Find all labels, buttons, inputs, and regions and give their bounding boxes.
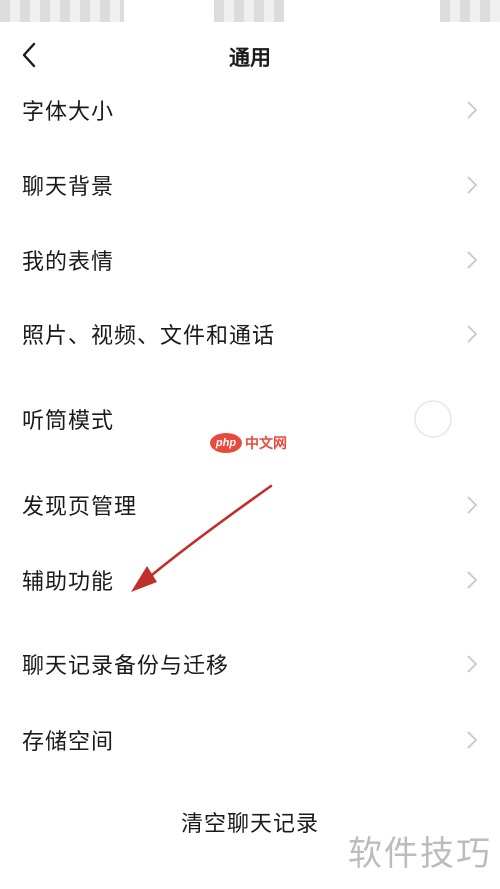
corner-watermark: 软件技巧 — [348, 834, 492, 874]
php-logo-site-text: 中文网 — [245, 436, 287, 452]
php-logo-badge: php — [210, 433, 242, 453]
php-watermark-logo: php 中文网 — [210, 432, 287, 454]
